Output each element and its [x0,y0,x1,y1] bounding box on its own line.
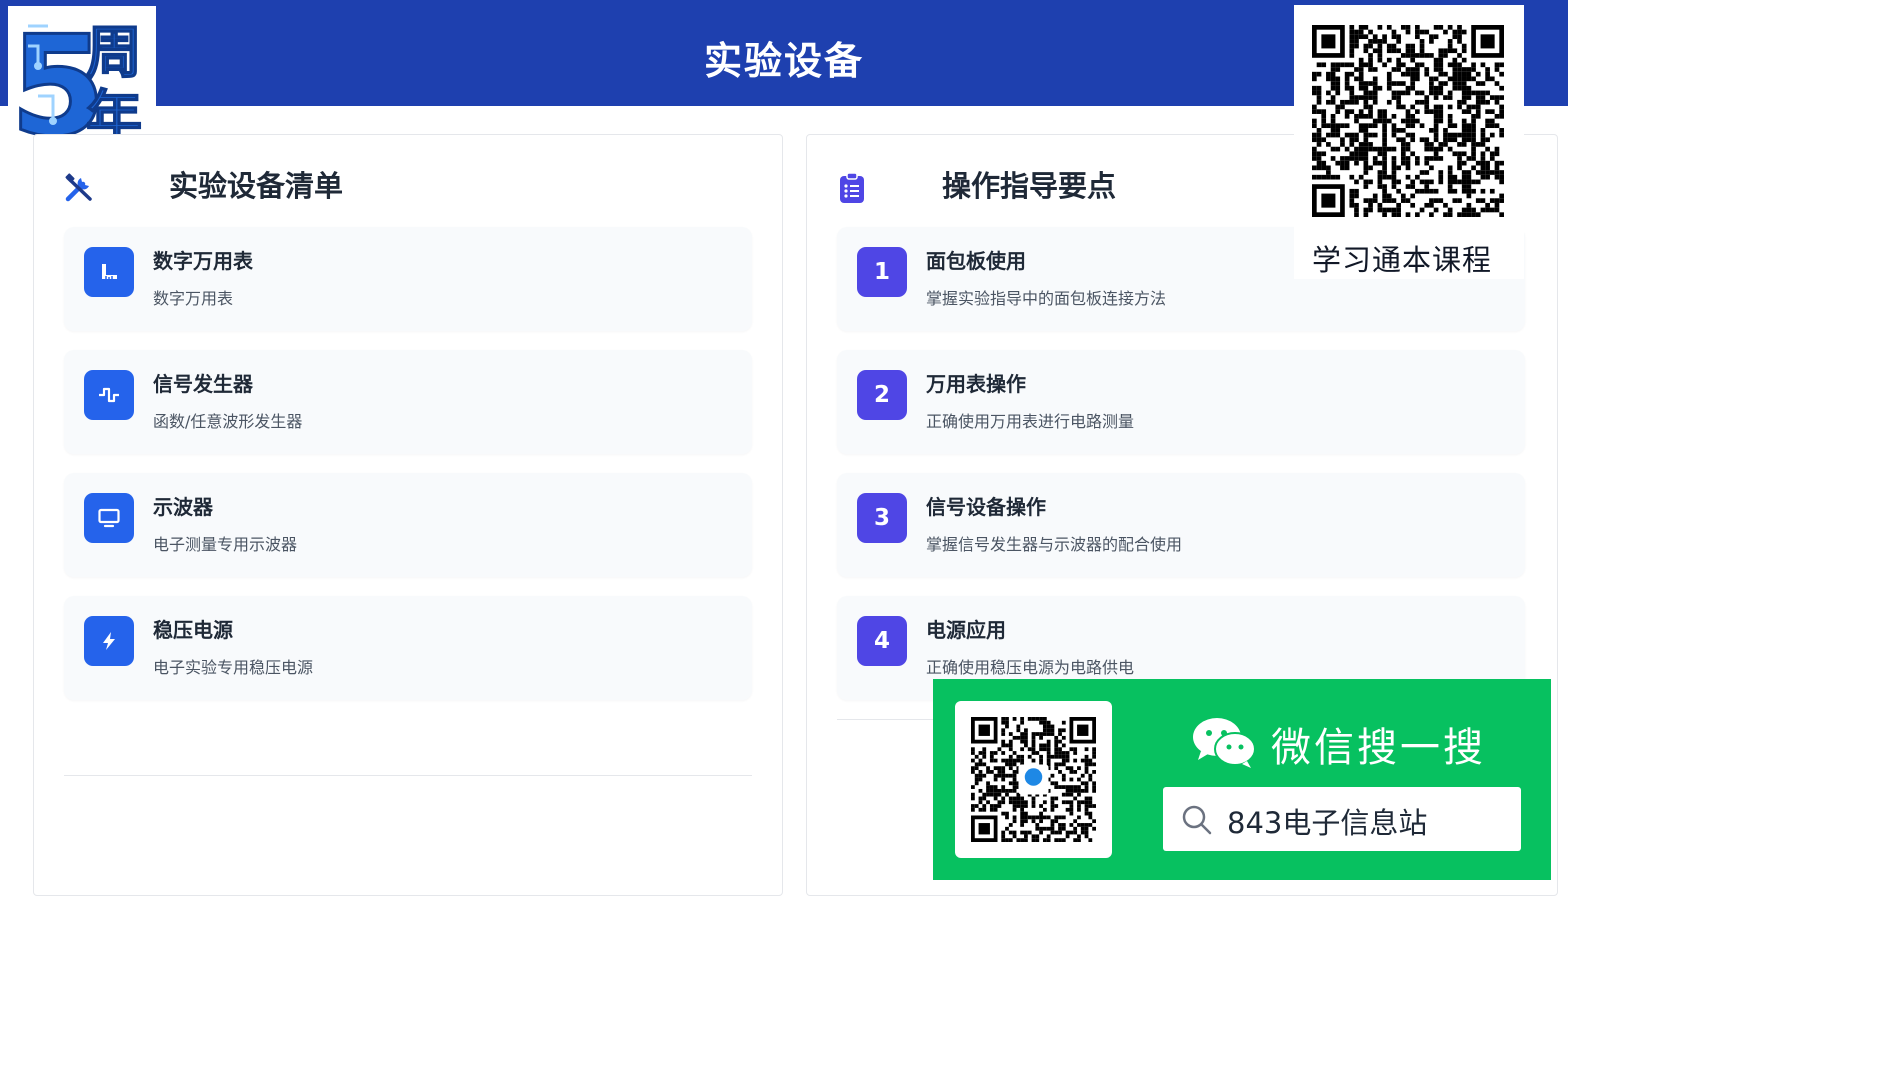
clipboard-list-icon [835,171,869,205]
equipment-card: 示波器 电子测量专用示波器 [64,473,752,577]
course-qr-overlay: 学习通本课程 [1294,5,1524,279]
panel-divider [64,775,752,776]
guide-step-desc: 掌握信号发生器与示波器的配合使用 [926,535,1183,554]
bolt-icon [84,616,134,666]
monitor-icon [84,493,134,543]
wechat-icon [1193,718,1256,768]
equipment-desc: 电子实验专用稳压电源 [153,658,314,677]
guide-step-title: 电源应用 [926,618,1006,642]
equipment-name: 稳压电源 [153,618,233,642]
guide-card: 2 万用表操作 正确使用万用表进行电路测量 [837,350,1525,454]
guide-step-desc: 正确使用稳压电源为电路供电 [926,658,1135,677]
step-number-badge: 3 [857,493,907,543]
guide-step-title: 信号设备操作 [926,495,1046,519]
qr-code-icon [1312,25,1504,217]
wechat-search-title: 微信搜一搜 [1271,725,1486,771]
equipment-name: 信号发生器 [153,372,253,396]
equipment-desc: 电子测量专用示波器 [153,535,298,554]
anniversary-logo-icon: 5 周 年 [8,5,156,169]
qr-code-icon [971,717,1096,842]
step-number-badge: 1 [857,247,907,297]
guide-step-title: 万用表操作 [926,372,1026,396]
guide-step-title: 面包板使用 [926,249,1026,273]
ruler-icon [84,247,134,297]
wechat-promo-banner: 微信搜一搜 843电子信息站 [933,679,1551,880]
equipment-panel: 实验设备清单 数字万用表 数字万用表 信号发生器 函数/任意波形发生器 示波器 … [33,134,783,896]
wave-icon [84,370,134,420]
equipment-card: 信号发生器 函数/任意波形发生器 [64,350,752,454]
step-number-badge: 2 [857,370,907,420]
guide-step-desc: 正确使用万用表进行电路测量 [926,412,1135,431]
anniversary-logo: 5 周 年 [8,5,156,169]
search-icon [1182,805,1212,835]
logo-text-zhou: 周 [86,21,142,86]
guide-card: 3 信号设备操作 掌握信号发生器与示波器的配合使用 [837,473,1525,577]
qr-caption: 学习通本课程 [1312,243,1493,277]
equipment-desc: 函数/任意波形发生器 [153,412,303,431]
guide-step-desc: 掌握实验指导中的面包板连接方法 [926,289,1167,308]
wechat-search-text: 843电子信息站 [1227,806,1428,840]
wechat-search-box[interactable]: 843电子信息站 [1163,787,1521,851]
wechat-qr-box [955,701,1112,858]
equipment-name: 数字万用表 [153,249,253,273]
tools-icon [62,171,96,205]
equipment-card: 数字万用表 数字万用表 [64,227,752,331]
step-number-badge: 4 [857,616,907,666]
equipment-name: 示波器 [153,495,213,519]
equipment-card: 稳压电源 电子实验专用稳压电源 [64,596,752,700]
equipment-desc: 数字万用表 [153,289,234,308]
guide-panel-title: 操作指导要点 [942,169,1117,203]
equipment-panel-title: 实验设备清单 [169,169,344,203]
